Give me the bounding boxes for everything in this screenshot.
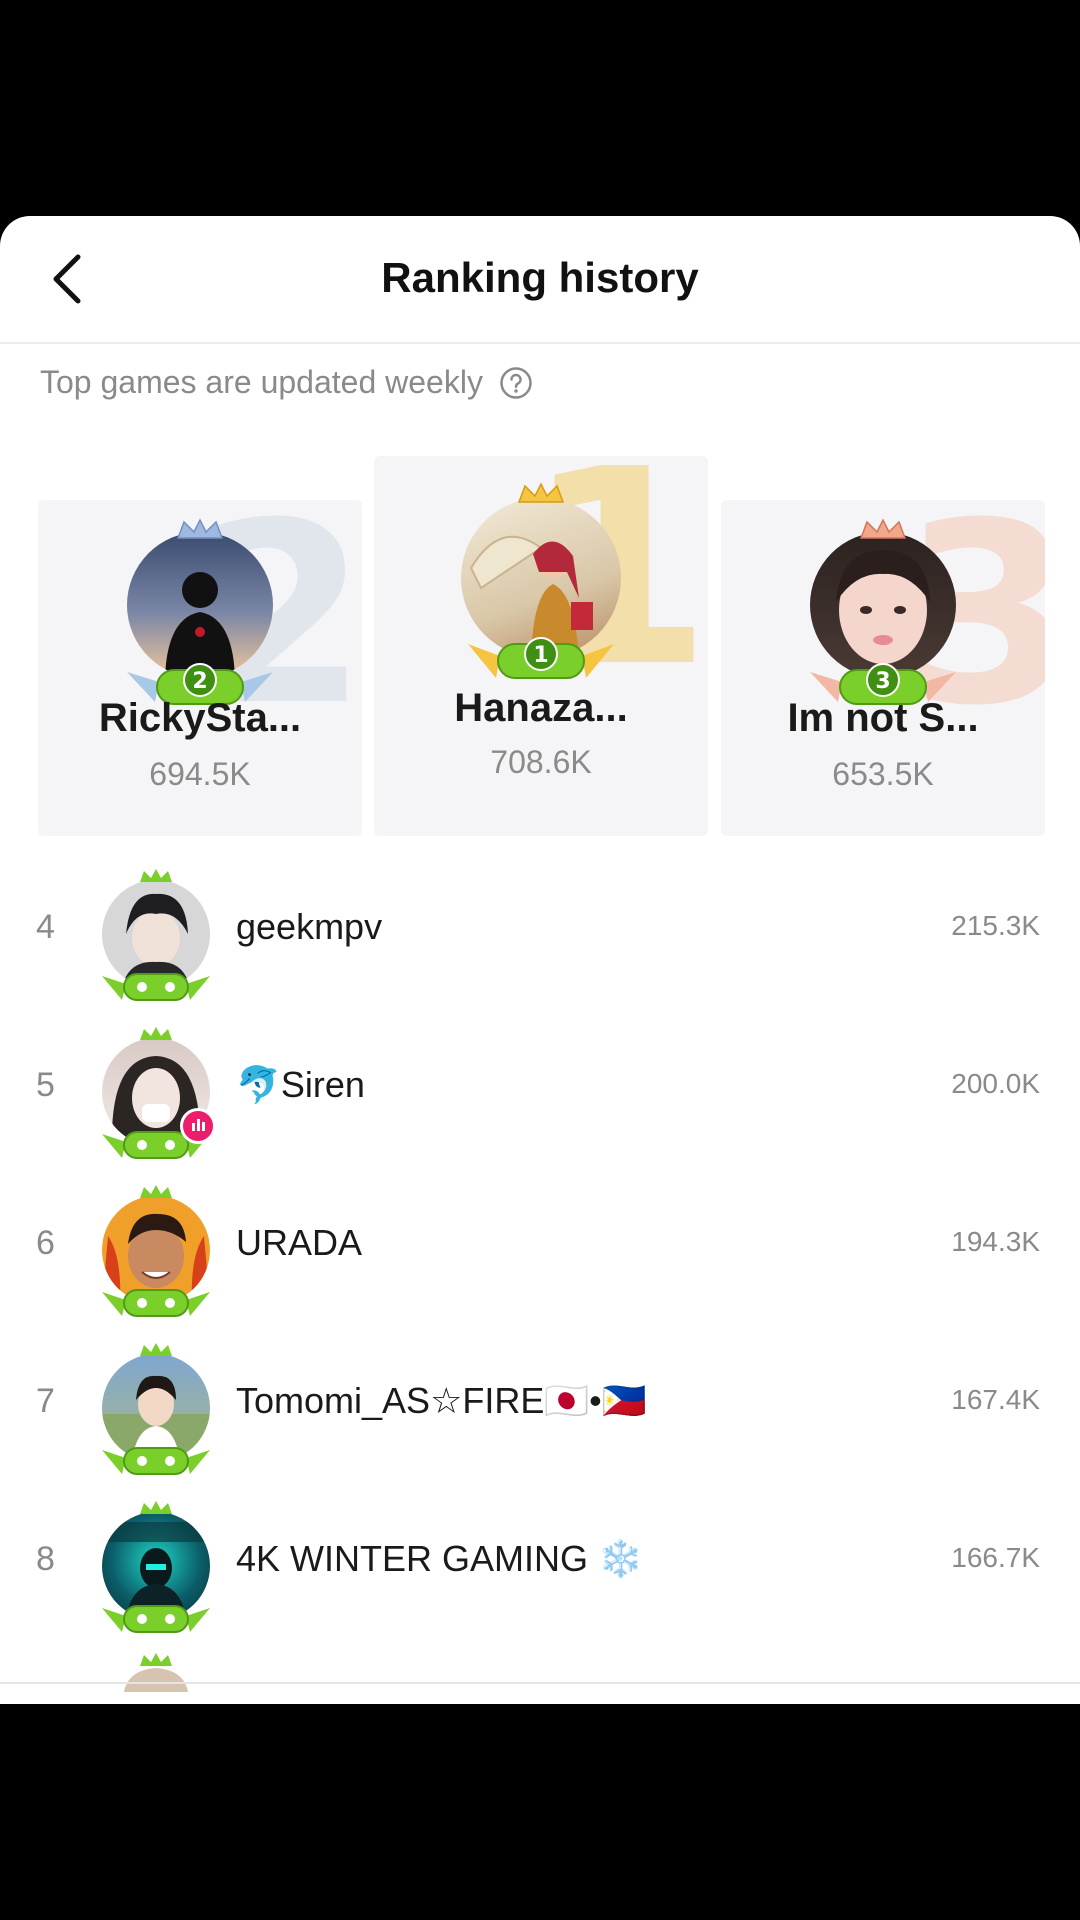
- header: Ranking history: [0, 216, 1080, 344]
- avatar-frame: [96, 1184, 216, 1318]
- list-item[interactable]: 6 URADA 194.3K: [0, 1172, 1080, 1330]
- avatar-frame: [96, 1500, 216, 1634]
- podium-card-rank-3[interactable]: 3 3 Im not S... 653.5K: [721, 500, 1045, 836]
- podium: 2 2 RickySta... 694.5K 1 Hanaza... 708.6…: [0, 452, 1080, 852]
- list-name: 4K WINTER GAMING ❄️: [236, 1538, 643, 1579]
- crown-icon: [140, 1501, 172, 1514]
- podium-avatar-frame: 1: [451, 482, 631, 682]
- podium-score: 653.5K: [832, 756, 934, 792]
- podium-name: Im not S...: [787, 696, 979, 740]
- avatar-frame: [96, 868, 216, 1002]
- avatar-frame: [96, 1026, 216, 1160]
- crown-icon: [140, 869, 172, 882]
- svg-text:3: 3: [875, 669, 890, 694]
- list-rank: 7: [36, 1382, 55, 1420]
- list-score: 167.4K: [951, 1384, 1040, 1415]
- game-controller-medal-icon: [102, 1289, 210, 1317]
- crown-icon: [517, 482, 565, 503]
- game-controller-medal-icon: [102, 1447, 210, 1475]
- list-item[interactable]: 8 4K WINTER GAMING ❄️ 166.7K: [0, 1488, 1080, 1646]
- update-info-text: Top games are updated weekly: [40, 364, 483, 400]
- list-rank: 8: [36, 1540, 55, 1578]
- page-title: Ranking history: [381, 254, 699, 301]
- list-rank: 5: [36, 1066, 55, 1104]
- question-circle-icon[interactable]: [499, 366, 533, 400]
- list-rank: 4: [36, 908, 55, 946]
- crown-icon: [859, 518, 907, 539]
- list-score: 194.3K: [951, 1226, 1040, 1257]
- podium-score: 708.6K: [490, 744, 592, 780]
- crown-icon: [140, 1185, 172, 1198]
- svg-text:1: 1: [533, 643, 548, 668]
- game-controller-medal-icon: [102, 973, 210, 1001]
- update-info: Top games are updated weekly: [40, 364, 533, 401]
- crown-icon: [140, 1343, 172, 1356]
- game-controller-medal-icon: 1: [468, 637, 614, 679]
- podium-card-rank-2[interactable]: 2 2 RickySta... 694.5K: [38, 500, 362, 836]
- podium-score: 694.5K: [149, 756, 251, 792]
- live-bars-icon: [180, 1108, 216, 1144]
- next-list-item-partial: [96, 1652, 216, 1692]
- crown-icon: [140, 1027, 172, 1040]
- crown-icon: [176, 518, 224, 539]
- divider: [0, 1682, 1080, 1684]
- list-score: 215.3K: [951, 910, 1040, 941]
- list-name: Tomomi_AS☆FIRE🇯🇵•🇵🇭: [236, 1380, 647, 1421]
- game-controller-medal-icon: [102, 1605, 210, 1633]
- podium-avatar-frame: 3: [798, 518, 968, 708]
- crown-icon: [124, 1653, 188, 1692]
- list-score: 200.0K: [951, 1068, 1040, 1099]
- podium-name: Hanaza...: [454, 686, 628, 730]
- list-score: 166.7K: [951, 1542, 1040, 1573]
- avatar-frame: [96, 1342, 216, 1476]
- list-name: URADA: [236, 1222, 363, 1263]
- list-rank: 6: [36, 1224, 55, 1262]
- svg-text:2: 2: [192, 669, 207, 694]
- list-item[interactable]: 7 Tomomi_AS☆FIRE🇯🇵•🇵🇭 167.4K: [0, 1330, 1080, 1488]
- list-name: geekmpv: [236, 906, 383, 947]
- podium-card-rank-1[interactable]: 1 Hanaza... 708.6K: [374, 456, 708, 836]
- podium-name: RickySta...: [98, 696, 302, 740]
- list-item[interactable]: 5 🐬Siren 200.0K: [0, 1014, 1080, 1172]
- podium-avatar-frame: 2: [115, 518, 285, 708]
- ranking-list: 4 geekmpv 215.3K 5 🐬Siren 200.0K 6 URADA…: [0, 856, 1080, 1646]
- list-item[interactable]: 4 geekmpv 215.3K: [0, 856, 1080, 1014]
- list-name: 🐬Siren: [236, 1064, 365, 1105]
- live-bars-glyph: [192, 1119, 205, 1131]
- ranking-sheet: Ranking history Top games are updated we…: [0, 216, 1080, 1704]
